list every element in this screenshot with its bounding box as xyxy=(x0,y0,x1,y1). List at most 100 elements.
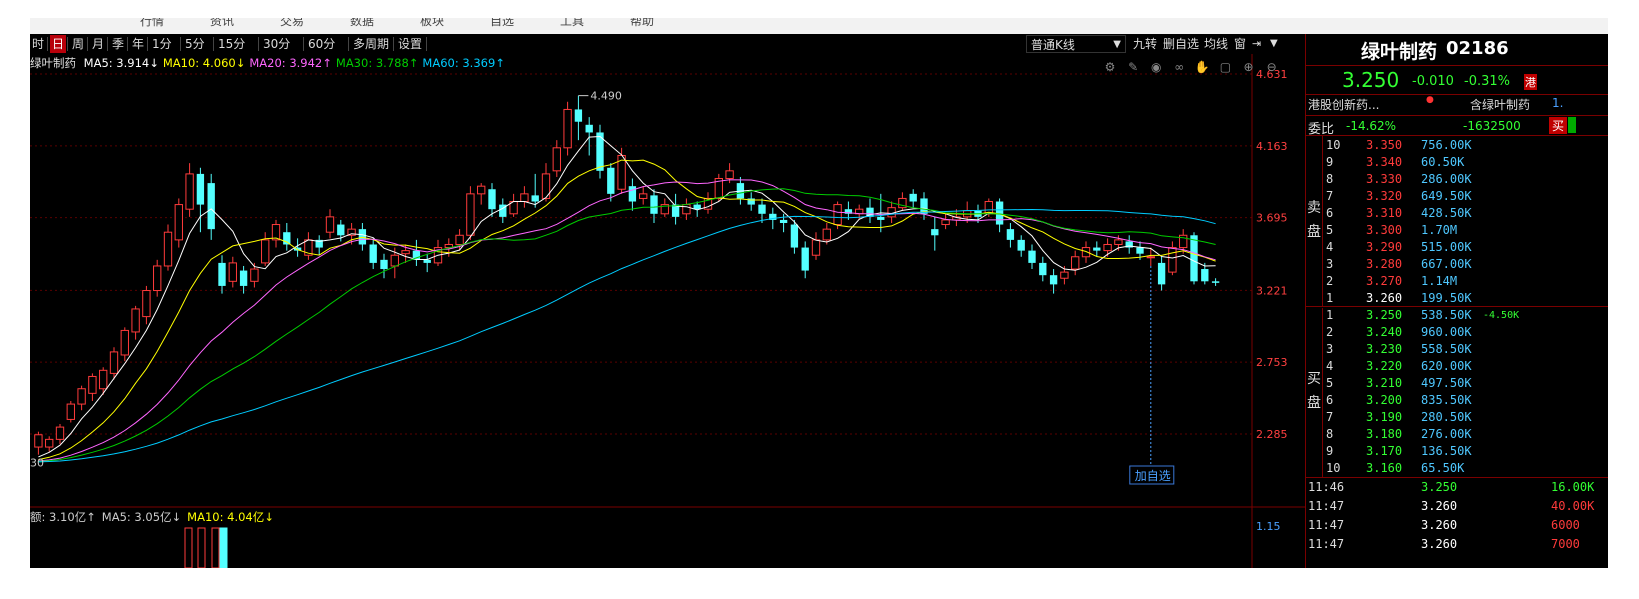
period-tab-7[interactable]: 5分 xyxy=(183,35,207,53)
bid-level: 7 xyxy=(1326,410,1334,424)
volume-tick-label: 1.15 xyxy=(1256,520,1281,533)
period-tab-12[interactable]: 设置 xyxy=(396,35,424,53)
sell-button[interactable] xyxy=(1568,117,1576,133)
ask-row[interactable]: 7 3.320 649.50K xyxy=(1306,188,1608,205)
bid-row[interactable]: 1 3.250 538.50K -4.50K xyxy=(1306,307,1608,324)
pen-icon[interactable]: ✎ xyxy=(1125,60,1141,74)
bid-level: 2 xyxy=(1326,325,1334,339)
bid-row[interactable]: 6 3.200 835.50K xyxy=(1306,392,1608,409)
bid-row[interactable]: 10 3.160 65.50K xyxy=(1306,460,1608,477)
menu-item[interactable]: 帮助 xyxy=(630,18,654,29)
ask-volume: 199.50K xyxy=(1421,291,1472,305)
bid-row[interactable]: 2 3.240 960.00K xyxy=(1306,324,1608,341)
bid-level: 6 xyxy=(1326,393,1334,407)
candle-body xyxy=(153,265,162,292)
stock-name: 绿叶制药 xyxy=(1361,41,1438,63)
bid-row[interactable]: 8 3.180 276.00K xyxy=(1306,426,1608,443)
top-menu-strip: 行情 资讯 交易 数据 板块 自选 工具 帮助 xyxy=(30,18,1608,34)
ask-row[interactable]: 8 3.330 286.00K xyxy=(1306,171,1608,188)
period-tab-3[interactable]: 月 xyxy=(90,35,106,53)
bid-row[interactable]: 4 3.220 620.00K xyxy=(1306,358,1608,375)
candle-body xyxy=(650,195,658,214)
candle-body xyxy=(758,204,766,214)
window-button[interactable]: 窗 xyxy=(1234,35,1246,53)
bid-row[interactable]: 9 3.170 136.50K xyxy=(1306,443,1608,460)
candle-body xyxy=(325,216,335,233)
ask-price: 3.350 xyxy=(1366,138,1403,152)
candle-body xyxy=(196,173,205,205)
period-tab-8[interactable]: 15分 xyxy=(216,35,247,53)
candle-body xyxy=(639,193,648,199)
related-link[interactable]: 含绿叶制药 xyxy=(1470,96,1530,113)
period-tab-0[interactable]: 时 xyxy=(30,35,46,53)
divider xyxy=(1306,94,1608,95)
kline-type-select[interactable]: 普通K线 ▼ xyxy=(1026,35,1126,53)
candle-body xyxy=(1190,235,1198,282)
nine-turn-button[interactable]: 九转 xyxy=(1133,35,1157,53)
chevron-down-icon[interactable]: ▼ xyxy=(1270,35,1278,53)
ask-price: 3.340 xyxy=(1366,155,1403,169)
period-tab-5[interactable]: 年 xyxy=(130,35,146,53)
ask-row[interactable]: 10 3.350 756.00K xyxy=(1306,137,1608,154)
ask-volume: 515.00K xyxy=(1421,240,1472,254)
candle-body xyxy=(811,239,821,256)
chart-tool-icons: ⚙ ✎ ◉ ∞ ✋ ▢ ⊕ ⊖ xyxy=(1102,56,1282,74)
ask-row[interactable]: 2 3.270 1.14M xyxy=(1306,273,1608,290)
period-tab-4[interactable]: 季 xyxy=(110,35,126,53)
ask-level: 6 xyxy=(1326,206,1334,220)
menu-item[interactable]: 自选 xyxy=(490,18,514,29)
price-change-pct: -0.31% xyxy=(1464,74,1510,89)
bid-price: 3.180 xyxy=(1366,427,1403,441)
ask-level: 8 xyxy=(1326,172,1334,186)
ask-row[interactable]: 5 3.300 1.70M xyxy=(1306,222,1608,239)
ask-level: 2 xyxy=(1326,274,1334,288)
y-tick-label: 2.753 xyxy=(1256,356,1288,369)
candle-body xyxy=(283,232,291,245)
period-tab-6[interactable]: 1分 xyxy=(150,35,174,53)
period-tab-1[interactable]: 日 xyxy=(50,35,67,53)
period-tab-9[interactable]: 30分 xyxy=(261,35,292,53)
candle-body xyxy=(1103,243,1112,252)
zoom-in-icon[interactable]: ⊕ xyxy=(1241,60,1257,74)
menu-item[interactable]: 板块 xyxy=(420,18,444,29)
lock-icon[interactable]: ▢ xyxy=(1217,60,1233,74)
bid-row[interactable]: 7 3.190 280.50K xyxy=(1306,409,1608,426)
bid-row[interactable]: 5 3.210 497.50K xyxy=(1306,375,1608,392)
period-tab-10[interactable]: 60分 xyxy=(306,35,337,53)
menu-item[interactable]: 工具 xyxy=(560,18,584,29)
ask-row[interactable]: 1 3.260 199.50K xyxy=(1306,290,1608,307)
ask-row[interactable]: 3 3.280 667.00K xyxy=(1306,256,1608,273)
ma-legend-item: MA30: 3.788↑ xyxy=(335,56,419,70)
ask-row[interactable]: 4 3.290 515.00K xyxy=(1306,239,1608,256)
menu-item[interactable]: 资讯 xyxy=(210,18,234,29)
period-separator xyxy=(393,37,394,51)
period-tab-11[interactable]: 多周期 xyxy=(351,35,391,53)
ask-row[interactable]: 9 3.340 60.50K xyxy=(1306,154,1608,171)
volume-bar xyxy=(184,527,193,568)
menu-item[interactable]: 数据 xyxy=(350,18,374,29)
divider xyxy=(1306,115,1608,116)
volume-bar xyxy=(211,527,220,568)
stock-chart-window: 4.631 4.163 3.695 3.221 2.753 2.285 4.490 30 加自选… xyxy=(30,34,1608,568)
ask-row[interactable]: 6 3.310 428.50K xyxy=(1306,205,1608,222)
menu-item[interactable]: 行情 xyxy=(140,18,164,29)
eye-icon[interactable]: ◉ xyxy=(1148,60,1164,74)
candle-body xyxy=(1157,262,1166,285)
candle-body xyxy=(833,204,842,226)
bid-level: 8 xyxy=(1326,427,1334,441)
link-icon[interactable]: ∞ xyxy=(1171,60,1187,74)
zoom-out-icon[interactable]: ⊖ xyxy=(1264,60,1280,74)
hand-icon[interactable]: ✋ xyxy=(1194,60,1210,74)
ma-line-button[interactable]: 均线 xyxy=(1204,35,1228,53)
y-tick-label: 2.285 xyxy=(1256,428,1288,441)
settings-icon[interactable]: ⚙ xyxy=(1102,60,1118,74)
exit-icon[interactable]: ⇥ xyxy=(1252,35,1261,53)
buy-button[interactable]: 买 xyxy=(1549,117,1568,134)
remove-watch-button[interactable]: 删自选 xyxy=(1163,35,1199,53)
menu-item[interactable]: 交易 xyxy=(280,18,304,29)
sector-link[interactable]: 港股创新药... xyxy=(1308,96,1379,113)
period-tab-2[interactable]: 周 xyxy=(70,35,86,53)
kline-chart[interactable]: 4.6314.1633.6953.2212.7532.2854.49030加自选… xyxy=(30,34,1305,568)
bid-row[interactable]: 3 3.230 558.50K xyxy=(1306,341,1608,358)
add-watch-label[interactable]: 加自选 xyxy=(1135,469,1171,483)
